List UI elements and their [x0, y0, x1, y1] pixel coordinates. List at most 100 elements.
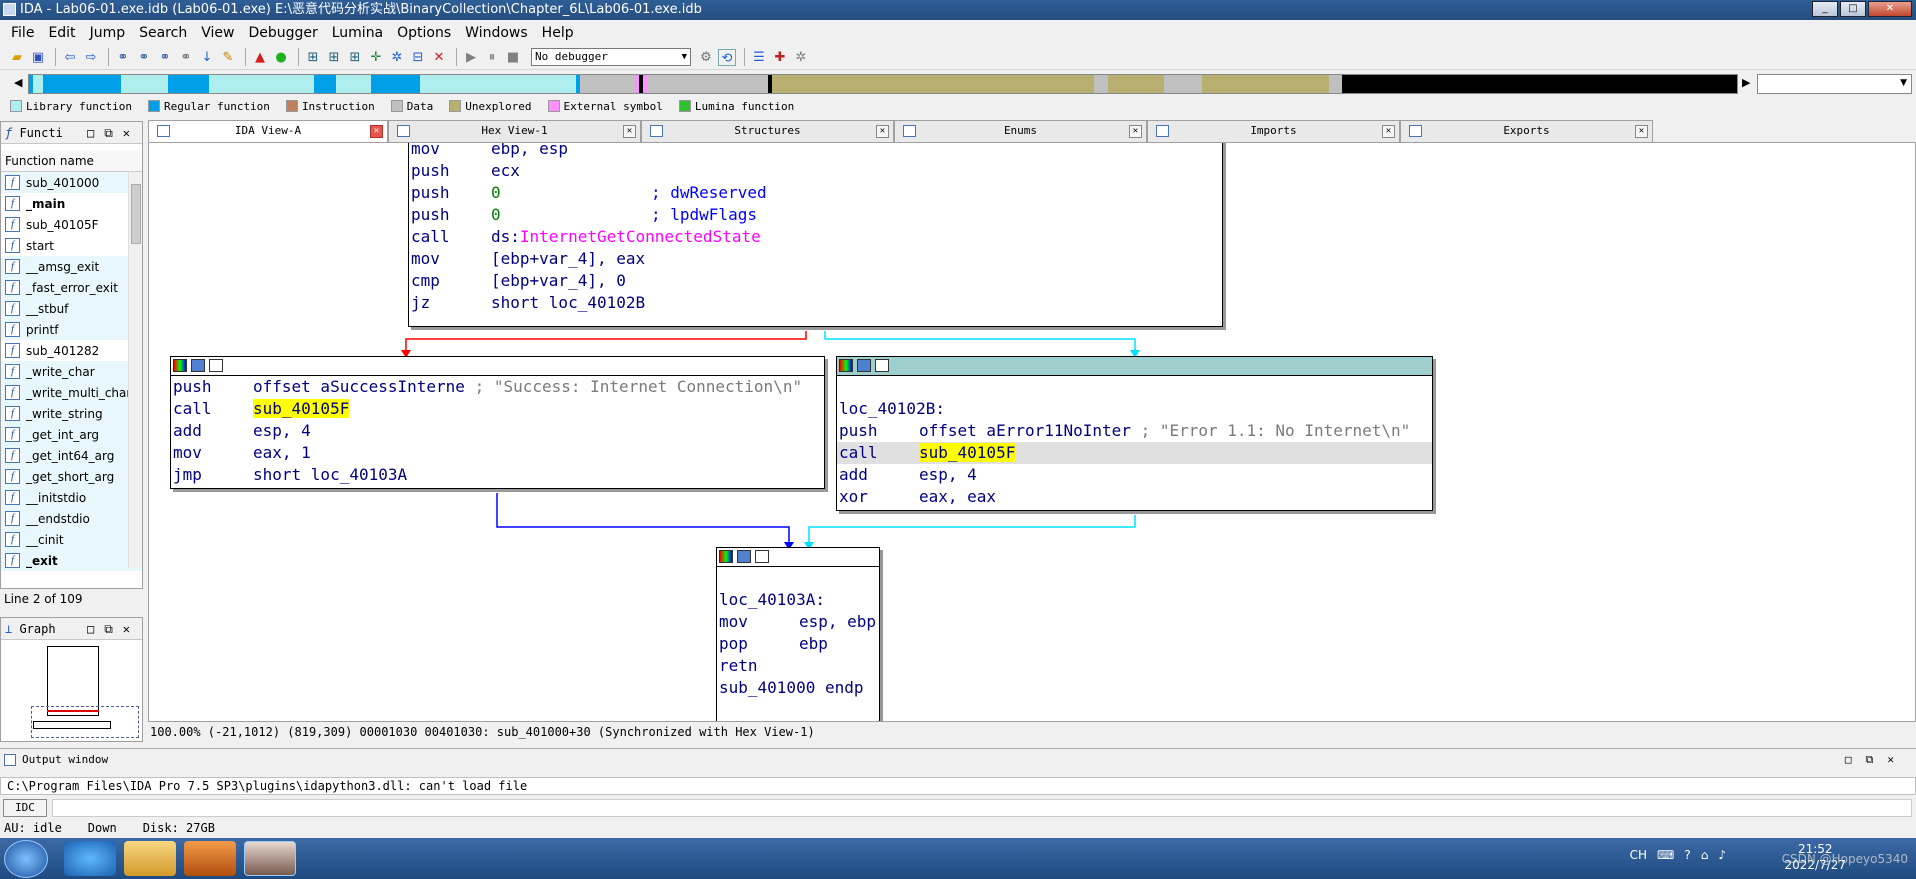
function-item[interactable]: f sub_401000: [1, 172, 142, 193]
asm-line[interactable]: sub_401000 endp: [717, 677, 879, 699]
mark-icon[interactable]: ✎: [219, 49, 237, 66]
struct-icon[interactable]: ⊞: [346, 49, 364, 66]
function-item[interactable]: f printf: [1, 319, 142, 340]
output-restore-icon[interactable]: □: [1845, 753, 1866, 766]
help-icon[interactable]: ?: [1684, 848, 1690, 862]
asm-line[interactable]: push offset aError11NoInter ; "Error 1.1:…: [837, 420, 1432, 442]
basic-block-entry[interactable]: mov ebp, esp push ecx push 0; dwReserved pu…: [408, 143, 1223, 327]
asm-line[interactable]: push offset aSuccessInterne ; "Success: I…: [171, 376, 824, 398]
search-text-icon[interactable]: ⚭: [135, 49, 153, 66]
tab-close-icon[interactable]: ✕: [1382, 125, 1395, 138]
binoculars-icon[interactable]: ⚭: [114, 49, 132, 66]
menu-jump[interactable]: Jump: [90, 25, 126, 41]
color-icon[interactable]: [173, 359, 187, 372]
asm-line[interactable]: push 0; lpdwFlags: [409, 204, 1222, 226]
group-icon[interactable]: [755, 550, 769, 563]
basic-block-exit[interactable]: loc_40103A: mov esp, ebp pop ebp retn sub_…: [716, 547, 880, 721]
asm-line[interactable]: pop ebp: [717, 633, 879, 655]
delete-icon[interactable]: ✕: [430, 49, 448, 66]
asm-line[interactable]: call sub_40105F: [171, 398, 824, 420]
tab-imports[interactable]: Imports ✕: [1147, 120, 1400, 142]
panel-float-icon[interactable]: ⧉: [104, 126, 123, 140]
asm-line[interactable]: mov [ebp+var_4], eax: [409, 248, 1222, 270]
menu-search[interactable]: Search: [139, 25, 187, 41]
add-breakpoint-icon[interactable]: ✚: [771, 49, 789, 66]
ida-taskbar-icon[interactable]: [244, 841, 296, 876]
function-item[interactable]: f start: [1, 235, 142, 256]
function-item[interactable]: f _write_multi_char: [1, 382, 142, 403]
graph-panel-float-icon[interactable]: ⧉: [104, 622, 123, 636]
code-icon[interactable]: ⊞: [304, 49, 322, 66]
stop-icon[interactable]: ■: [504, 49, 522, 66]
search-immediate-icon[interactable]: ⚭: [177, 49, 195, 66]
edit-icon[interactable]: [857, 359, 871, 372]
overview-viewport[interactable]: [31, 706, 139, 738]
sync-icon[interactable]: ⟲: [718, 48, 736, 66]
function-item[interactable]: f sub_40105F: [1, 214, 142, 235]
basic-block-error[interactable]: loc_40102B: push offset aError11NoInter ;…: [836, 356, 1433, 511]
output-close-icon[interactable]: ✕: [1887, 753, 1908, 766]
idc-command-input[interactable]: [52, 799, 1912, 817]
menu-view[interactable]: View: [201, 25, 234, 41]
list-icon[interactable]: ☰: [750, 49, 768, 66]
keyboard-icon[interactable]: ⌨: [1657, 848, 1674, 862]
nav-right-arrow-icon[interactable]: ▶: [1742, 76, 1750, 89]
function-item[interactable]: f __amsg_exit: [1, 256, 142, 277]
media-player-icon[interactable]: [184, 841, 236, 876]
asm-line[interactable]: mov eax, 1: [171, 442, 824, 464]
nav-left-arrow-icon[interactable]: ◀: [14, 76, 22, 89]
group-icon[interactable]: [209, 359, 223, 372]
group-icon[interactable]: [875, 359, 889, 372]
output-float-icon[interactable]: ⧉: [1866, 753, 1888, 766]
function-item[interactable]: f _main: [1, 193, 142, 214]
maximize-button[interactable]: □: [1840, 1, 1866, 17]
open-icon[interactable]: ▰: [8, 49, 26, 66]
menu-windows[interactable]: Windows: [465, 25, 528, 41]
play-icon[interactable]: ▶: [462, 49, 480, 66]
tab-hex-view[interactable]: Hex View-1 ✕: [388, 120, 641, 142]
block-label[interactable]: loc_40103A:: [717, 589, 879, 611]
menu-debugger[interactable]: Debugger: [248, 25, 317, 41]
basic-block-success[interactable]: push offset aSuccessInterne ; "Success: I…: [170, 356, 825, 489]
debugger-select[interactable]: No debugger: [531, 48, 691, 66]
save-icon[interactable]: ▣: [29, 49, 47, 66]
panel-close-icon[interactable]: ✕: [123, 126, 140, 140]
search-binary-icon[interactable]: ⚭: [156, 49, 174, 66]
asm-line[interactable]: jmp short loc_40103A: [171, 464, 824, 486]
asm-line[interactable]: retn: [717, 655, 879, 677]
function-item[interactable]: f _get_int_arg: [1, 424, 142, 445]
function-item[interactable]: f __cinit: [1, 529, 142, 550]
ie-icon[interactable]: [64, 841, 116, 876]
forward-icon[interactable]: ⇨: [82, 49, 100, 66]
edit-icon[interactable]: [191, 359, 205, 372]
close-button[interactable]: ✕: [1868, 1, 1912, 17]
function-item[interactable]: f __stbuf: [1, 298, 142, 319]
graph-panel-close-icon[interactable]: ✕: [123, 622, 140, 636]
warning-icon[interactable]: ▲: [251, 49, 269, 66]
menu-options[interactable]: Options: [397, 25, 451, 41]
pause-icon[interactable]: ⏸: [483, 49, 501, 66]
color-icon[interactable]: [839, 359, 853, 372]
asm-line[interactable]: [717, 567, 879, 589]
asm-line-current[interactable]: call sub_40105F: [837, 442, 1432, 464]
tab-close-icon[interactable]: ✕: [876, 125, 889, 138]
jump-down-icon[interactable]: ↓: [198, 49, 216, 66]
color-icon[interactable]: [719, 550, 733, 563]
volume-icon[interactable]: ♪: [1718, 848, 1726, 862]
function-item[interactable]: f __initstdio: [1, 487, 142, 508]
asm-line[interactable]: mov esp, ebp: [717, 611, 879, 633]
tab-close-icon[interactable]: ✕: [1635, 125, 1648, 138]
asm-line[interactable]: [837, 376, 1432, 398]
block-label[interactable]: loc_40102B:: [837, 398, 1432, 420]
segment-combo[interactable]: [1757, 74, 1912, 94]
asm-line[interactable]: xor eax, eax: [837, 486, 1432, 508]
breakpoint-settings-icon[interactable]: ✲: [792, 49, 810, 66]
asm-line[interactable]: push 0; dwReserved: [409, 182, 1222, 204]
function-item[interactable]: f _get_int64_arg: [1, 445, 142, 466]
asm-line[interactable]: add esp, 4: [837, 464, 1432, 486]
language-indicator[interactable]: CH: [1630, 848, 1647, 862]
graph-icon[interactable]: ⊟: [409, 49, 427, 66]
tab-close-icon[interactable]: ✕: [370, 125, 383, 138]
function-list-scrollbar[interactable]: [128, 172, 142, 568]
function-item[interactable]: f _fast_error_exit: [1, 277, 142, 298]
